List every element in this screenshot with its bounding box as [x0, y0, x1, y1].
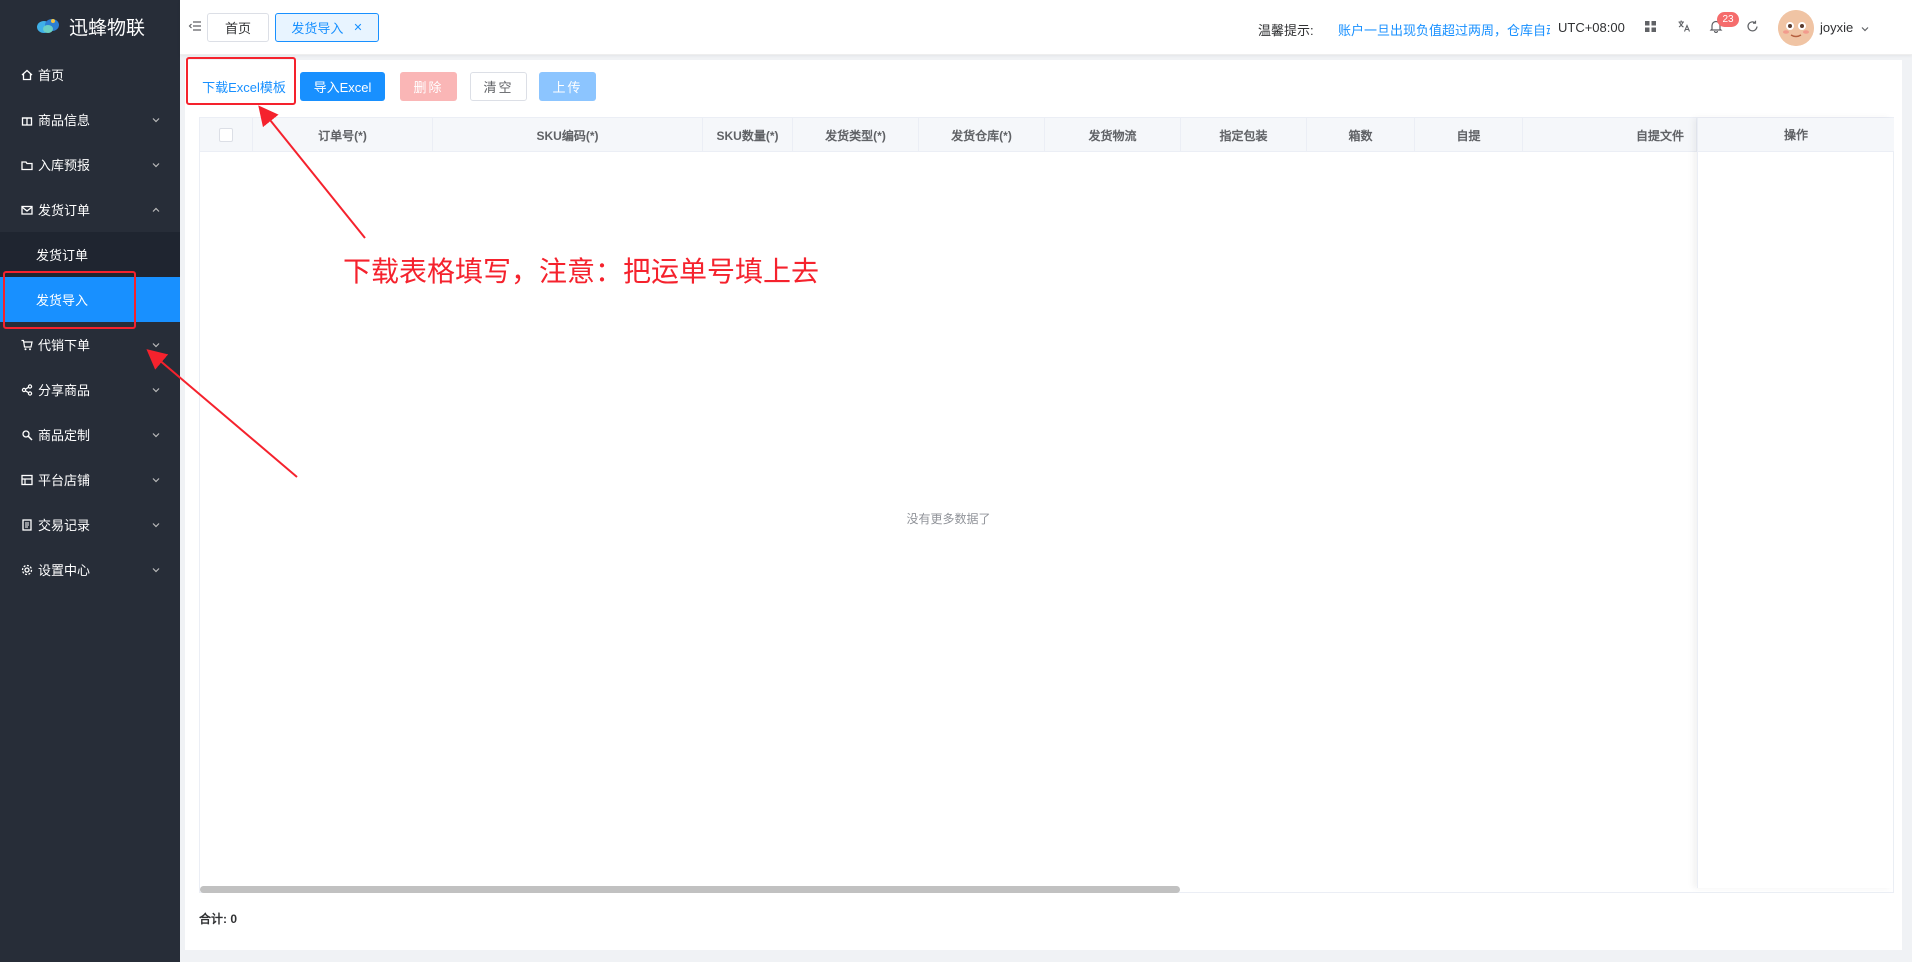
chevron-down-icon[interactable]	[1860, 22, 1870, 32]
notification-badge: 23	[1717, 12, 1739, 27]
upload-button[interactable]: 上传	[539, 72, 596, 101]
sidebar: 迅蜂物联 首页 商品信息 入库预报 发货订单 发货订单 发货导入 代销下单 分享…	[0, 0, 180, 962]
close-icon[interactable]: ✕	[353, 21, 362, 34]
sidebar-item-label: 交易记录	[38, 518, 91, 533]
fixed-action-column: 操作	[1697, 118, 1894, 888]
column-header-actions: 操作	[1698, 118, 1894, 152]
horizontal-scrollbar[interactable]	[200, 886, 1180, 893]
total-label: 合计:	[199, 912, 227, 926]
import-table: 订单号(*) SKU编码(*) SKU数量(*) 发货类型(*) 发货仓库(*)…	[199, 117, 1894, 893]
chevron-down-icon	[150, 474, 162, 486]
brand-name: 迅蜂物联	[68, 17, 145, 39]
translate-icon[interactable]	[1676, 18, 1692, 34]
total-summary: 合计: 0	[199, 910, 237, 927]
shop-icon	[20, 473, 34, 487]
hint-label: 温馨提示:	[1258, 23, 1314, 38]
total-value: 0	[230, 912, 238, 926]
envelope-icon	[20, 203, 34, 217]
share-icon	[20, 383, 34, 397]
main-panel: 下载Excel模板 导入Excel 删除 清空 上传 订单号(*) SKU编码(…	[185, 60, 1904, 950]
tool-icon	[20, 428, 34, 442]
brand-logo[interactable]: 迅蜂物联	[0, 0, 180, 52]
sidebar-item-label: 代销下单	[38, 338, 91, 353]
sidebar-subitem-label: 发货订单	[36, 248, 89, 263]
sidebar-item-inbound[interactable]: 入库预报	[0, 142, 180, 187]
sidebar-item-products[interactable]: 商品信息	[0, 97, 180, 142]
chevron-down-icon	[150, 429, 162, 441]
sidebar-item-label: 商品定制	[38, 428, 91, 443]
sidebar-item-label: 商品信息	[38, 113, 91, 128]
sidebar-item-share-products[interactable]: 分享商品	[0, 367, 180, 412]
sidebar-item-settings[interactable]: 设置中心	[0, 547, 180, 592]
hint-marquee-text: 账户一旦出现负值超过两周，仓库自动	[1338, 23, 1550, 38]
folder-icon	[20, 158, 34, 172]
sidebar-item-transactions[interactable]: 交易记录	[0, 502, 180, 547]
sidebar-item-platform-shops[interactable]: 平台店铺	[0, 457, 180, 502]
sidebar-item-customization[interactable]: 商品定制	[0, 412, 180, 457]
grid-icon[interactable]	[1642, 18, 1658, 34]
avatar[interactable]	[1778, 10, 1814, 46]
tab-label: 发货导入	[291, 21, 344, 36]
gear-icon	[20, 563, 34, 577]
document-icon	[20, 518, 34, 532]
chevron-down-icon	[150, 339, 162, 351]
sidebar-item-label: 设置中心	[38, 563, 91, 578]
bee-logo-icon	[35, 15, 61, 37]
annotation-text: 下载表格填写，注意：把运单号填上去	[343, 255, 820, 288]
sidebar-item-label: 发货订单	[38, 203, 91, 218]
chevron-down-icon	[150, 159, 162, 171]
chevron-down-icon	[150, 384, 162, 396]
tab-shipping-import[interactable]: 发货导入 ✕	[275, 13, 379, 42]
collapse-menu-icon[interactable]	[188, 19, 202, 33]
username[interactable]: joyxie	[1820, 20, 1853, 35]
empty-state-text: 没有更多数据了	[906, 511, 991, 526]
clear-button[interactable]: 清空	[470, 72, 527, 101]
sidebar-item-home[interactable]: 首页	[0, 52, 180, 97]
refresh-icon[interactable]	[1744, 18, 1760, 34]
annotation-box-download	[186, 57, 296, 105]
delete-button[interactable]: 删除	[400, 72, 457, 101]
tab-home[interactable]: 首页	[207, 13, 269, 42]
vertical-scroll-gutter	[1902, 60, 1912, 962]
import-excel-button[interactable]: 导入Excel	[300, 72, 385, 101]
timezone-label[interactable]: UTC+08:00	[1558, 20, 1625, 35]
sidebar-item-label: 平台店铺	[38, 473, 91, 488]
chevron-down-icon	[150, 564, 162, 576]
tab-label: 首页	[224, 21, 251, 36]
top-header: 首页 发货导入 ✕ 温馨提示: 账户一旦出现负值超过两周，仓库自动 UTC+08…	[180, 0, 1912, 55]
chevron-down-icon	[150, 114, 162, 126]
sidebar-item-label: 分享商品	[38, 383, 91, 398]
sidebar-item-shipping-orders[interactable]: 发货订单	[0, 187, 180, 232]
sidebar-item-label: 入库预报	[38, 158, 91, 173]
annotation-box-menu	[3, 271, 136, 329]
home-icon	[20, 68, 34, 82]
sidebar-item-label: 首页	[38, 68, 65, 83]
gift-icon	[20, 113, 34, 127]
cart-icon	[20, 338, 34, 352]
chevron-down-icon	[150, 519, 162, 531]
chevron-up-icon	[150, 204, 162, 216]
